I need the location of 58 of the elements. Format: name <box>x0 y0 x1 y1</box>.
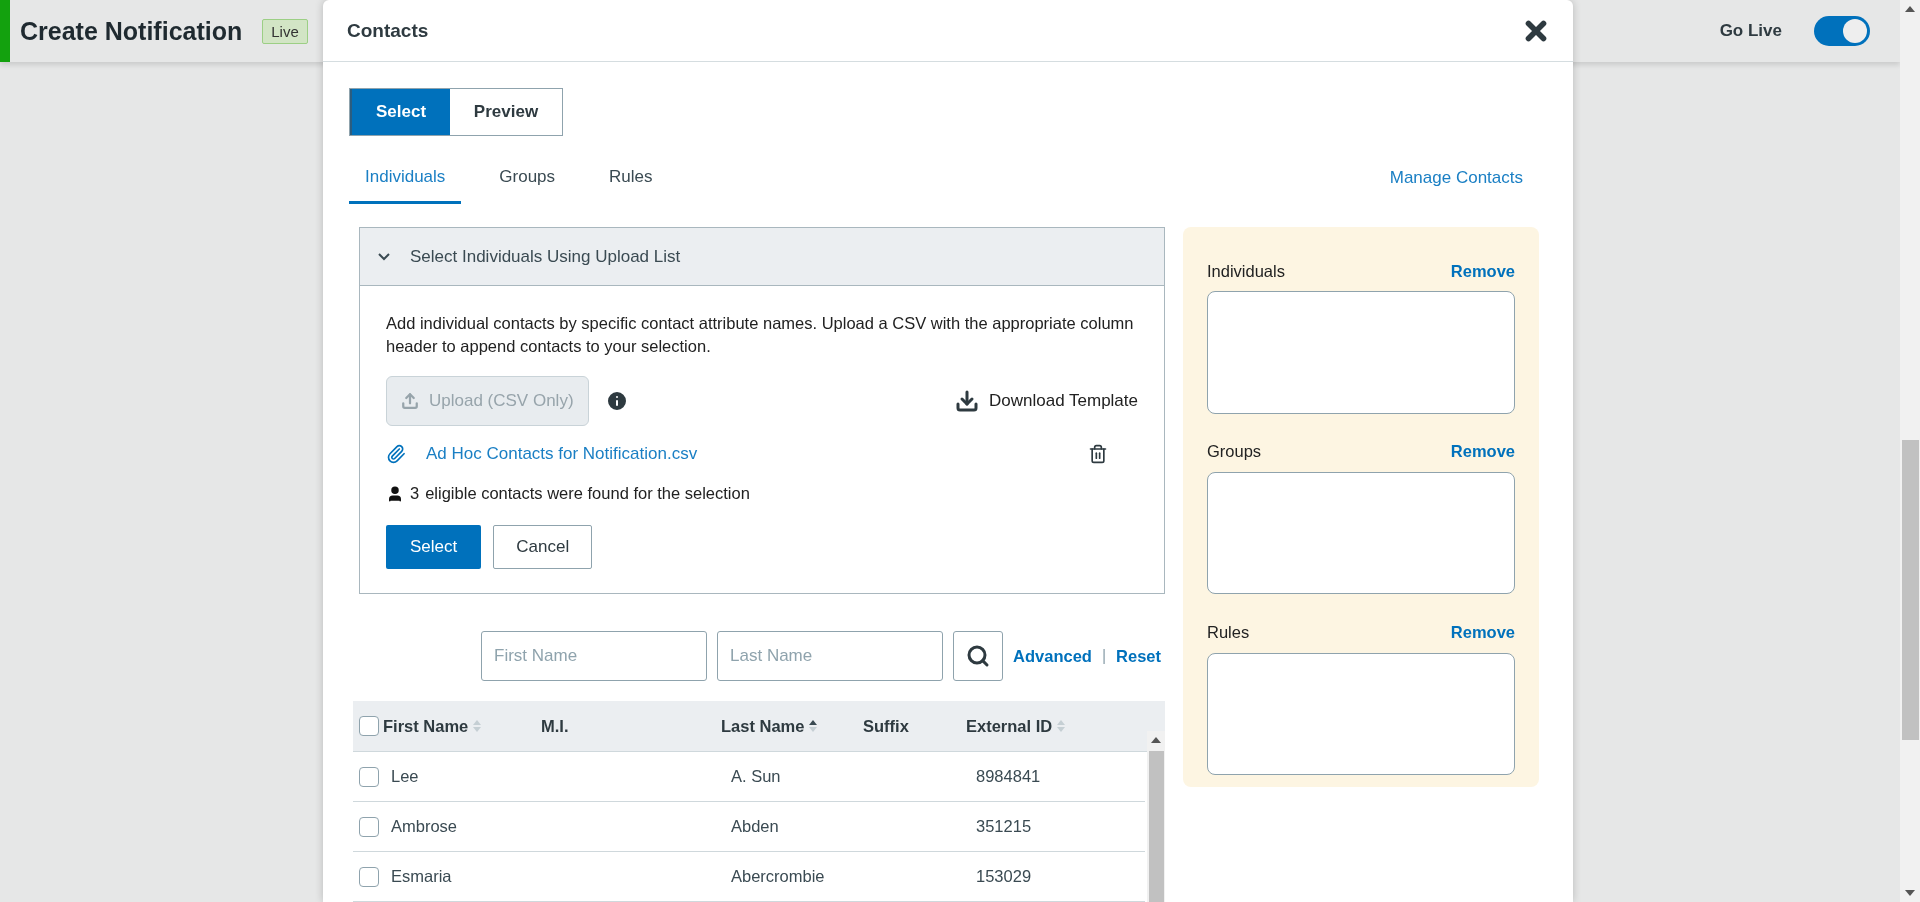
upload-description: Add individual contacts by specific contact attribute names. Upload a CSV with the appropriate column header to append contacts to your selection. <box>386 313 1135 357</box>
advanced-link[interactable]: Advanced <box>1013 646 1092 666</box>
section-label: Rules <box>1207 623 1250 643</box>
paperclip-icon <box>386 444 406 464</box>
go-live-toggle[interactable] <box>1814 16 1870 46</box>
row-checkbox[interactable] <box>359 866 379 887</box>
column-header: First Name <box>383 716 469 736</box>
table-cell: 8984841 <box>976 767 1041 786</box>
dialog-title: Contacts <box>347 19 429 42</box>
table-cell: A. Sun <box>731 767 781 786</box>
table-cell: 153029 <box>976 867 1032 886</box>
cancel-button[interactable]: Cancel <box>493 525 593 569</box>
manage-contacts-link[interactable]: Manage Contacts <box>1389 168 1523 188</box>
sort-icon[interactable] <box>808 719 819 733</box>
reset-link[interactable]: Reset <box>1116 646 1161 666</box>
remove-link[interactable]: Remove <box>1450 261 1515 281</box>
select-button[interactable]: Select <box>386 525 482 569</box>
contact-count: 3 <box>410 484 420 503</box>
delete-icon[interactable] <box>1088 444 1108 464</box>
page-title: Create Notification <box>20 16 243 46</box>
table-cell: Ambrose <box>391 817 458 836</box>
page-scrollbar[interactable] <box>1900 0 1920 902</box>
file-link[interactable]: Ad Hoc Contacts for Notification.csv <box>426 444 698 464</box>
contact-type-tab[interactable]: Rules <box>593 152 669 204</box>
status-badge: Live <box>262 18 308 44</box>
go-live-label: Go Live <box>1719 21 1782 41</box>
upload-icon <box>401 392 419 410</box>
column-header: Last Name <box>721 716 805 736</box>
mode-toggle-button[interactable]: Select <box>350 89 450 135</box>
search-button[interactable] <box>953 631 1004 681</box>
first-name-field[interactable]: First Name <box>481 631 708 681</box>
remove-link[interactable]: Remove <box>1450 442 1515 462</box>
contact-type-tab[interactable]: Individuals <box>349 152 462 204</box>
download-icon <box>955 389 979 413</box>
select-all-checkbox[interactable] <box>359 716 379 736</box>
remove-link[interactable]: Remove <box>1450 623 1515 643</box>
section-label: Individuals <box>1207 261 1285 281</box>
table-cell: 351215 <box>976 817 1032 836</box>
chevron-down-icon <box>378 252 390 261</box>
section-label: Groups <box>1207 442 1262 462</box>
contact-count-text: eligible contacts were found for the selection <box>425 484 750 503</box>
column-header: M.I. <box>541 716 569 736</box>
row-checkbox[interactable] <box>359 816 379 837</box>
column-header: External ID <box>966 716 1053 736</box>
search-icon <box>966 644 991 668</box>
link-separator: | <box>1101 647 1107 665</box>
table-scrollbar[interactable] <box>1147 731 1165 902</box>
column-header: Suffix <box>863 716 909 736</box>
table-cell: Lee <box>391 767 419 786</box>
person-icon <box>386 484 404 503</box>
accordion-header[interactable]: Select Individuals Using Upload List <box>360 228 1164 286</box>
contact-type-tab[interactable]: Groups <box>483 152 572 204</box>
last-name-field[interactable]: Last Name <box>717 631 944 681</box>
table-cell: Abercrombie <box>731 867 825 886</box>
download-template-link[interactable]: Download Template <box>955 389 1138 413</box>
table-cell: Esmaria <box>391 867 452 886</box>
table-cell: Abden <box>731 817 779 836</box>
row-checkbox[interactable] <box>359 766 379 787</box>
